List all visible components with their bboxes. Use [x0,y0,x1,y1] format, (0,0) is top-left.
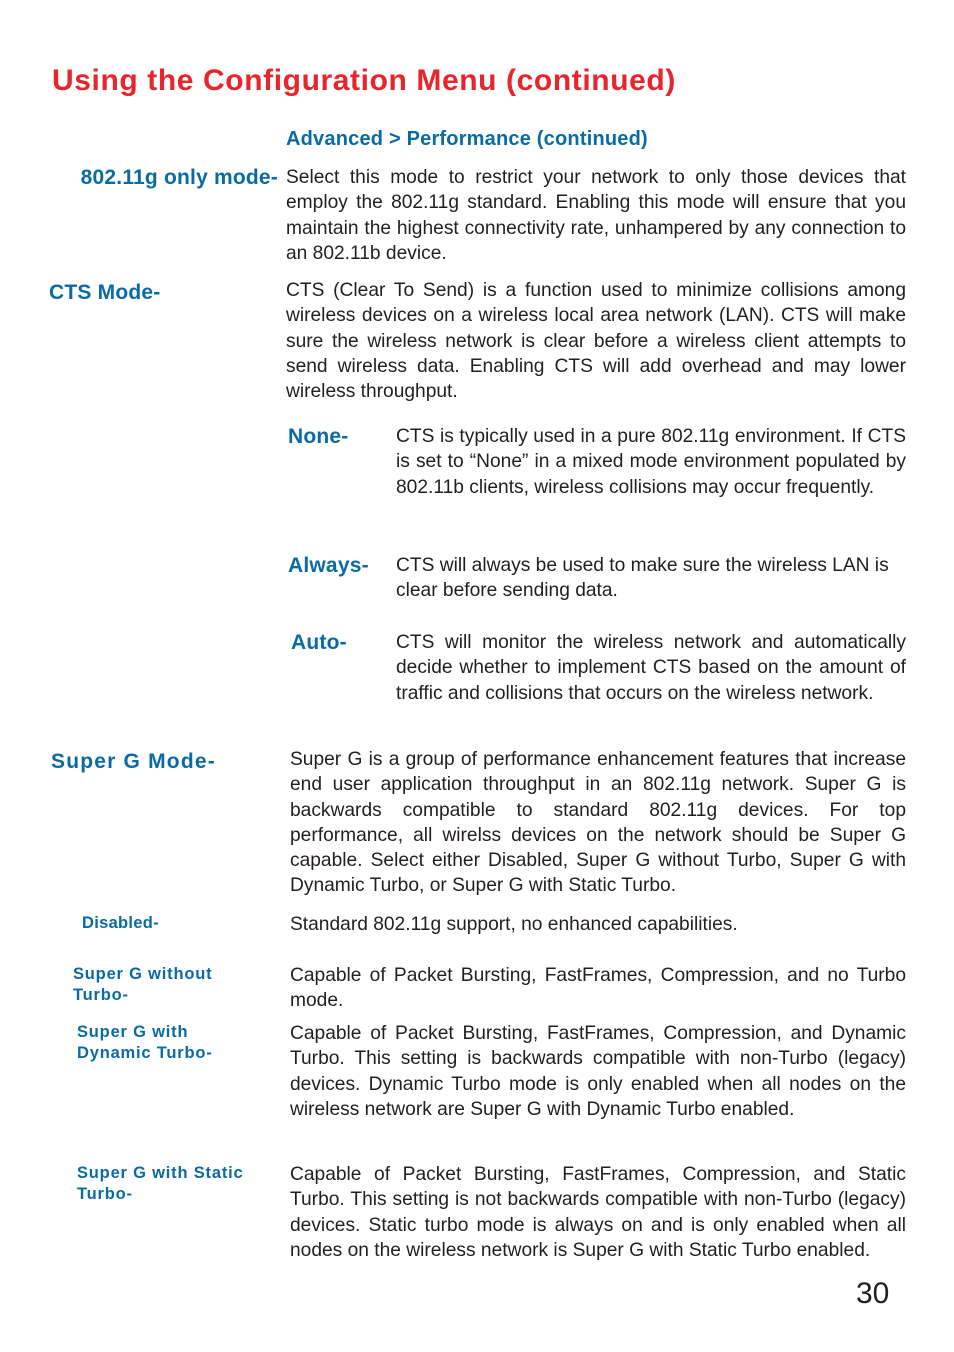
term-802-11g-only-mode: 802.11g only mode- [80,166,278,189]
description-super-g-mode: Super G is a group of performance enhanc… [290,749,906,897]
description-auto: CTS will monitor the wireless network an… [396,632,906,704]
term-none: None- [288,425,349,448]
term-super-g-mode: Super G Mode- [51,750,216,773]
term-auto: Auto- [291,631,347,654]
section-heading: Advanced > Performance (continued) [286,127,648,150]
description-super-g-with-static-turbo: Capable of Packet Bursting, FastFrames, … [290,1164,906,1261]
term-super-g-with-dynamic-turbo: Super G with Dynamic Turbo- [77,1023,213,1062]
page-number: 30 [856,1277,890,1310]
description-cts-mode: CTS (Clear To Send) is a function used t… [286,280,906,403]
term-always: Always- [288,554,369,577]
term-disabled: Disabled- [82,914,159,932]
page-title: Using the Configuration Menu (continued) [52,64,676,98]
term-super-g-without-turbo: Super G without Turbo- [73,965,213,1004]
description-super-g-with-dynamic-turbo: Capable of Packet Bursting, FastFrames, … [290,1023,906,1120]
description-disabled: Standard 802.11g support, no enhanced ca… [290,914,738,935]
term-super-g-with-static-turbo: Super G with Static Turbo- [77,1164,244,1203]
description-super-g-without-turbo: Capable of Packet Bursting, FastFrames, … [290,965,906,1012]
description-always: CTS will always be used to make sure the… [396,555,889,602]
description-none: CTS is typically used in a pure 802.11g … [396,426,906,498]
description-802-11g-only-mode: Select this mode to restrict your networ… [286,167,906,264]
term-cts-mode: CTS Mode- [49,281,161,304]
